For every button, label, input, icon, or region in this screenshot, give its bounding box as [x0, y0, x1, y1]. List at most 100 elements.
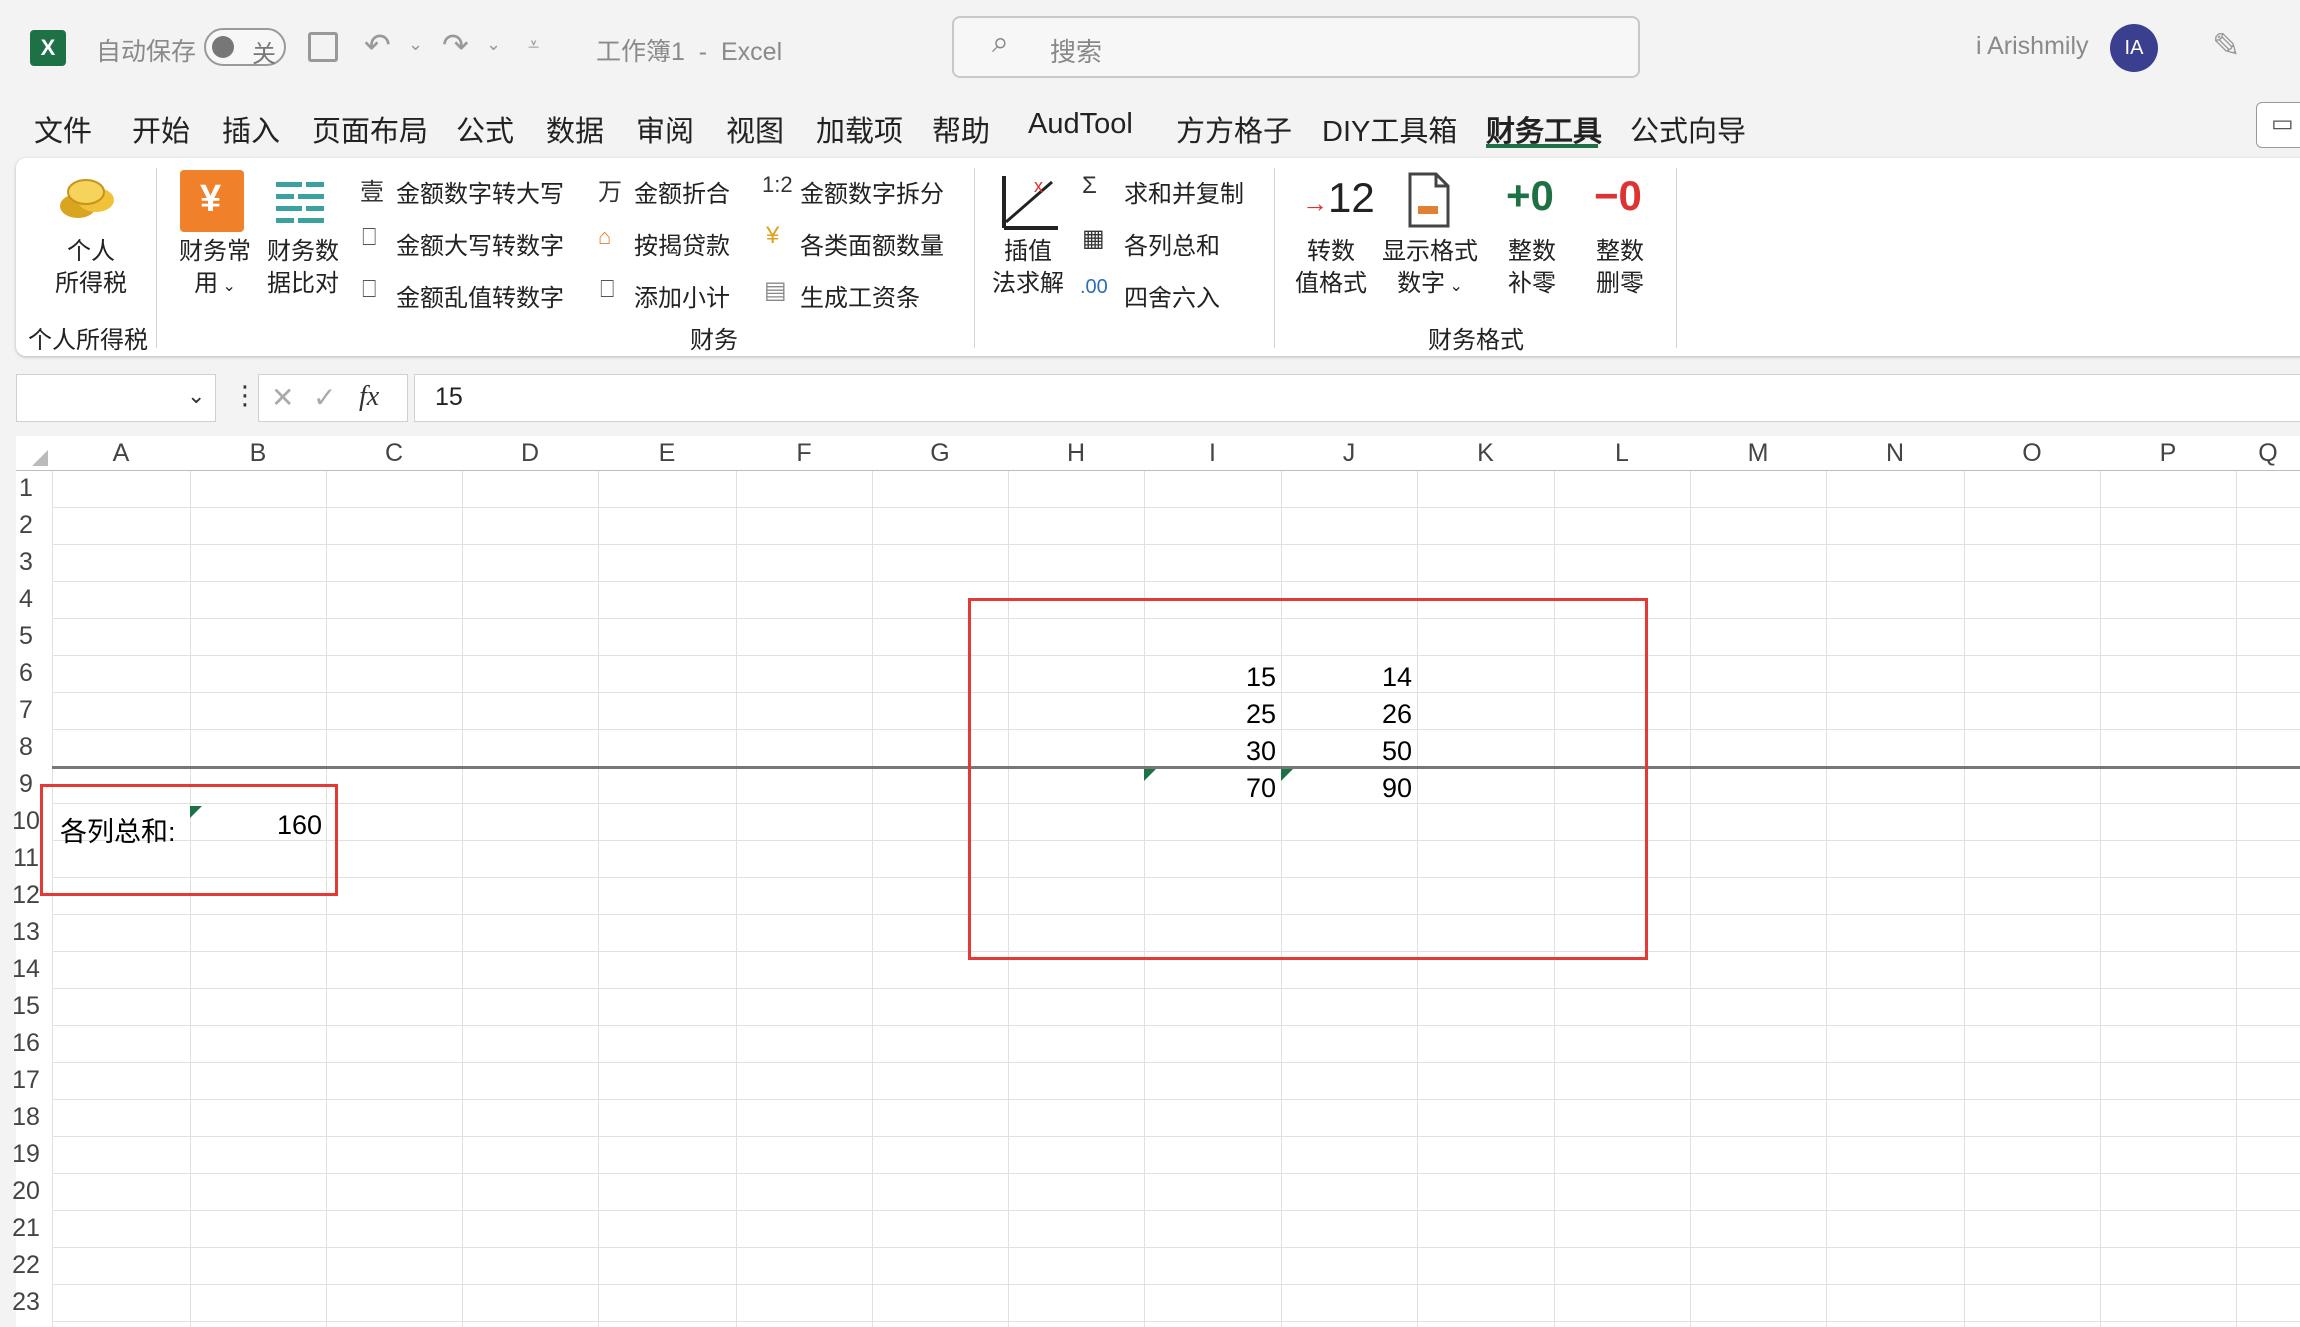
grid-column-line	[1690, 470, 1691, 1327]
ribbon-btn-garbled-to-number[interactable]: 金额乱值转数字	[396, 278, 564, 313]
tab-view[interactable]: 视图	[726, 108, 784, 150]
ribbon-btn-sum-copy[interactable]: 求和并复制	[1124, 174, 1244, 209]
tab-diy-toolbox[interactable]: DIY工具箱	[1322, 108, 1457, 150]
name-box[interactable]: ⌄	[16, 374, 216, 422]
finance-common-line2: 用	[194, 270, 219, 297]
chevron-down-icon[interactable]: ⌄	[187, 383, 205, 409]
search-box[interactable]: ⌕ 搜索	[952, 16, 1640, 78]
ribbon-btn-amount-to-upper[interactable]: 金额数字转大写	[396, 174, 564, 209]
ribbon-btn-upper-to-number[interactable]: 金额大写转数字	[396, 226, 564, 261]
column-header-F[interactable]: F	[736, 436, 872, 470]
ribbon-btn-add-subtotal[interactable]: 添加小计	[634, 278, 730, 313]
tax-button[interactable]: 个人 所得税	[46, 236, 136, 300]
tab-page-layout[interactable]: 页面布局	[312, 108, 428, 150]
finance-common-button[interactable]: 财务常 用 ⌄	[174, 236, 256, 303]
split-digits-icon: 1:2	[762, 172, 793, 197]
tab-file[interactable]: 文件	[34, 108, 92, 150]
ribbon-btn-round-half-even[interactable]: 四舍六入	[1124, 278, 1220, 313]
row-header-2[interactable]: 2	[0, 507, 52, 544]
tab-insert[interactable]: 插入	[222, 108, 280, 150]
column-header-Q[interactable]: Q	[2236, 436, 2300, 470]
redo-dropdown-icon[interactable]: ⌄	[486, 34, 501, 55]
row-header-6[interactable]: 6	[0, 655, 52, 692]
row-header-1[interactable]: 1	[0, 470, 52, 507]
column-header-B[interactable]: B	[190, 436, 326, 470]
row-header-14[interactable]: 14	[0, 951, 52, 988]
row-header-3[interactable]: 3	[0, 544, 52, 581]
row-header-23[interactable]: 23	[0, 1284, 52, 1321]
row-header-16[interactable]: 16	[0, 1025, 52, 1062]
ribbon-btn-payslip[interactable]: 生成工资条	[800, 278, 920, 313]
toggle-knob	[212, 36, 234, 58]
tab-data[interactable]: 数据	[546, 108, 604, 150]
row-header-15[interactable]: 15	[0, 988, 52, 1025]
autosave-toggle[interactable]: 关	[204, 28, 286, 68]
column-header-P[interactable]: P	[2100, 436, 2236, 470]
comments-button[interactable]: ▭	[2256, 102, 2300, 148]
column-header-M[interactable]: M	[1690, 436, 1826, 470]
save-icon[interactable]	[308, 32, 338, 62]
tab-home[interactable]: 开始	[132, 108, 190, 150]
excel-logo-icon[interactable]: X	[30, 30, 66, 66]
row-header-22[interactable]: 22	[0, 1247, 52, 1284]
display-format-button[interactable]: 显示格式 数字 ⌄	[1380, 236, 1480, 303]
convert-number-format-button[interactable]: 转数 值格式	[1290, 236, 1372, 300]
select-all-corner[interactable]	[16, 436, 52, 470]
tab-help[interactable]: 帮助	[932, 108, 990, 150]
insert-function-icon[interactable]: fx	[359, 381, 379, 413]
row-header-5[interactable]: 5	[0, 618, 52, 655]
column-header-H[interactable]: H	[1008, 436, 1144, 470]
column-header-G[interactable]: G	[872, 436, 1008, 470]
row-header-18[interactable]: 18	[0, 1099, 52, 1136]
user-avatar[interactable]: IA	[2110, 24, 2158, 72]
column-header-E[interactable]: E	[598, 436, 736, 470]
data-compare-button[interactable]: 财务数 据比对	[262, 236, 344, 300]
row-header-4[interactable]: 4	[0, 581, 52, 618]
row-header-7[interactable]: 7	[0, 692, 52, 729]
redo-icon[interactable]: ↷	[442, 26, 469, 64]
row-header-13[interactable]: 13	[0, 914, 52, 951]
grid-column-line	[598, 470, 599, 1327]
column-header-D[interactable]: D	[462, 436, 598, 470]
row-header-17[interactable]: 17	[0, 1062, 52, 1099]
row-header-20[interactable]: 20	[0, 1173, 52, 1210]
customize-qat-icon[interactable]: ⩡	[528, 34, 539, 57]
column-header-K[interactable]: K	[1417, 436, 1554, 470]
corner-triangle	[32, 450, 48, 466]
tab-formulas[interactable]: 公式	[456, 108, 514, 150]
ribbon-btn-split-digits[interactable]: 金额数字拆分	[800, 174, 944, 209]
column-header-J[interactable]: J	[1281, 436, 1417, 470]
column-header-C[interactable]: C	[326, 436, 462, 470]
column-header-O[interactable]: O	[1964, 436, 2100, 470]
row-header-19[interactable]: 19	[0, 1136, 52, 1173]
confirm-icon[interactable]: ✓	[313, 381, 336, 414]
grid-row-line	[52, 1173, 2300, 1174]
interpolation-button[interactable]: 插值 法求解	[984, 236, 1072, 300]
column-header-N[interactable]: N	[1826, 436, 1964, 470]
row-header-8[interactable]: 8	[0, 729, 52, 766]
column-header-A[interactable]: A	[52, 436, 190, 470]
undo-dropdown-icon[interactable]: ⌄	[408, 34, 423, 55]
remove-zero-line2: 删零	[1596, 270, 1644, 297]
convert-number-line2: 值格式	[1295, 270, 1367, 297]
formula-input[interactable]: 15	[414, 374, 2300, 422]
ribbon-btn-mortgage[interactable]: 按揭贷款	[634, 226, 730, 261]
undo-icon[interactable]: ↶	[364, 26, 391, 64]
pad-zero-button[interactable]: 整数 补零	[1492, 236, 1572, 300]
tab-review[interactable]: 审阅	[636, 108, 694, 150]
ribbon-btn-amount-convert[interactable]: 金额折合	[634, 174, 730, 209]
column-header-I[interactable]: I	[1144, 436, 1281, 470]
column-header-L[interactable]: L	[1554, 436, 1690, 470]
remove-zero-button[interactable]: 整数 删零	[1580, 236, 1660, 300]
ribbon-btn-denomination-count[interactable]: 各类面额数量	[800, 226, 944, 261]
ribbon-btn-column-sum[interactable]: 各列总和	[1124, 226, 1220, 261]
row-header-21[interactable]: 21	[0, 1210, 52, 1247]
more-options-icon[interactable]: ⋮	[232, 380, 258, 411]
tab-formula-wizard[interactable]: 公式向导	[1630, 108, 1746, 150]
tab-addins[interactable]: 加载项	[816, 108, 903, 150]
tab-audtool[interactable]: AudTool	[1028, 108, 1133, 141]
cancel-icon[interactable]: ✕	[271, 381, 294, 414]
tax-button-line2: 所得税	[55, 270, 127, 297]
tab-fangfang[interactable]: 方方格子	[1176, 108, 1292, 150]
pen-icon[interactable]: ✎	[2212, 26, 2241, 66]
